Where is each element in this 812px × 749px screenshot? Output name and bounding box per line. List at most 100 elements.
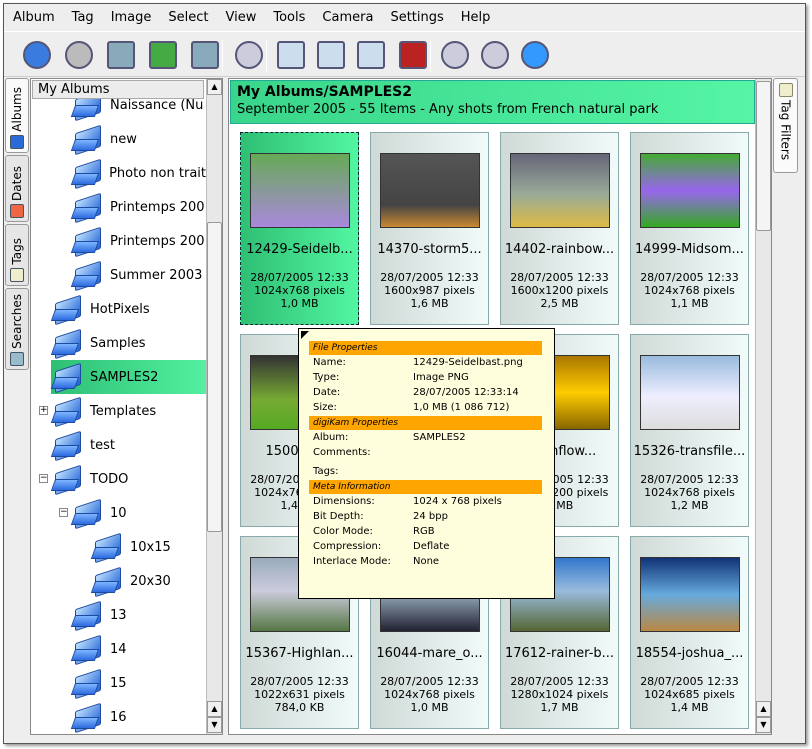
pencil-button[interactable] — [394, 36, 432, 74]
menu-view[interactable]: View — [217, 8, 265, 30]
tags-icon — [10, 268, 24, 282]
album-label: 15 — [110, 675, 127, 691]
back-button[interactable] — [18, 36, 56, 74]
thumbnail-item[interactable]: 14370-storm5... 28/07/2005 12:33 1600x987 … — [370, 132, 489, 325]
tooltip-key: Size: — [313, 402, 337, 413]
album-test[interactable]: test — [51, 428, 206, 462]
tab-albums[interactable]: Albums — [5, 78, 29, 153]
album-label: Printemps 200 — [110, 199, 205, 215]
thumbnail-date: 28/07/2005 12:33 — [510, 271, 609, 284]
edit-album-button[interactable] — [186, 36, 224, 74]
thumbnail-item[interactable]: 15326-transfile... 28/07/2005 12:33 1024x7… — [630, 334, 749, 527]
thumbnail-item[interactable]: 18554-joshua_... 28/07/2005 12:33 1024x685… — [630, 536, 749, 729]
menu-select[interactable]: Select — [159, 8, 216, 30]
thumbnail-image — [640, 355, 740, 430]
thumbnail-size: 1,4 MB — [670, 701, 709, 714]
menu-settings[interactable]: Settings — [381, 8, 451, 30]
tooltip-row: Compression: Deflate — [313, 540, 543, 554]
thumbnail-item[interactable]: 12429-Seidelb... 28/07/2005 12:33 1024x768… — [240, 132, 359, 325]
album-15[interactable]: 15 — [71, 666, 206, 700]
forward-button[interactable] — [60, 36, 98, 74]
album-tree-header[interactable]: My Albums — [32, 80, 204, 99]
folder-icon — [71, 125, 105, 153]
tab-label: Dates — [10, 166, 24, 201]
fullscreen-icon — [521, 41, 549, 69]
tab-tag-filters[interactable]: Tag Filters — [773, 78, 798, 173]
thumbnail-info: 28/07/2005 12:33 1024x768 pixels 1,1 MB — [631, 271, 748, 310]
folder-icon — [71, 669, 105, 697]
album-14[interactable]: 14 — [71, 632, 206, 666]
album-10[interactable]: 10 — [71, 496, 206, 530]
icon-view-scrollbar[interactable]: ▲ ▼ — [755, 79, 771, 734]
scroll-down-button[interactable]: ▼ — [207, 717, 222, 733]
search-button[interactable] — [230, 36, 268, 74]
folder-icon — [51, 329, 85, 357]
tooltip-value: Image PNG — [413, 372, 469, 383]
album-20x30[interactable]: 20x30 — [91, 564, 206, 598]
edit-image-button[interactable] — [312, 36, 350, 74]
thumbnail-item[interactable]: 14999-Midsom... 28/07/2005 12:33 1024x768 … — [630, 132, 749, 325]
edit-album-icon — [191, 41, 219, 69]
album-photo-non-trait[interactable]: Photo non trait — [71, 156, 206, 190]
menu-tag[interactable]: Tag — [63, 8, 102, 30]
zoom-in-button[interactable] — [436, 36, 474, 74]
album-printemps-200[interactable]: Printemps 200 — [71, 224, 206, 258]
menu-image[interactable]: Image — [102, 8, 160, 30]
album-samples[interactable]: Samples — [51, 326, 206, 360]
album-label: 14 — [110, 641, 127, 657]
thumbnail-date: 28/07/2005 12:33 — [640, 473, 739, 486]
thumbnail-size: 1,7 MB — [540, 701, 579, 714]
album-13[interactable]: 13 — [71, 598, 206, 632]
album-16[interactable]: 16 — [71, 700, 206, 734]
new-album-button[interactable] — [102, 36, 140, 74]
tooltip-key: Comments: — [313, 447, 371, 458]
tooltip-row: Tags: — [313, 465, 543, 479]
album-templates[interactable]: Templates — [51, 394, 206, 428]
expand-toggle[interactable]: − — [39, 474, 48, 483]
album-printemps-200[interactable]: Printemps 200 — [71, 190, 206, 224]
album-10x15[interactable]: 10x15 — [91, 530, 206, 564]
thumbnail-date: 28/07/2005 12:33 — [510, 675, 609, 688]
thumbnail-item[interactable]: 14402-rainbow... 28/07/2005 12:33 1600x120… — [500, 132, 619, 325]
expand-toggle[interactable]: + — [39, 406, 48, 415]
tab-dates[interactable]: Dates — [5, 155, 29, 222]
folder-icon — [71, 635, 105, 663]
scroll-down-button[interactable]: ▼ — [756, 717, 771, 733]
album-new[interactable]: new — [71, 122, 206, 156]
tooltip-section-header: digiKam Properties — [309, 416, 542, 430]
thumbnail-size: 1,2 MB — [670, 499, 709, 512]
tooltip-key: Album: — [313, 432, 349, 443]
thumbnail-name: 18554-joshua_... — [635, 646, 744, 661]
scroll-up-button[interactable]: ▲ — [207, 79, 222, 95]
scroll-thumb[interactable] — [207, 222, 222, 532]
thumbnail-name: 14402-rainbow... — [504, 242, 615, 257]
album-tree-scrollbar[interactable]: ▲ ▲ ▼ — [206, 79, 222, 734]
expand-toggle[interactable]: − — [59, 508, 68, 517]
menu-album[interactable]: Album — [4, 8, 63, 30]
album-summer-2003[interactable]: Summer 2003 — [71, 258, 206, 292]
zoom-out-button[interactable] — [476, 36, 514, 74]
album-samples2[interactable]: SAMPLES2 — [51, 360, 206, 394]
album-hotpixels[interactable]: HotPixels — [51, 292, 206, 326]
thumbnail-size: 1,0 MB — [280, 297, 319, 310]
tab-searches[interactable]: Searches — [5, 288, 29, 370]
scroll-up-button[interactable]: ▲ — [207, 701, 222, 717]
view-image-button[interactable] — [272, 36, 310, 74]
thumbnail-info: 28/07/2005 12:33 1024x768 pixels 1,0 MB — [371, 675, 488, 714]
menu-help[interactable]: Help — [452, 8, 499, 30]
menu-tools[interactable]: Tools — [264, 8, 313, 30]
image-properties-button[interactable] — [352, 36, 390, 74]
thumbnail-size: 784,0 KB — [274, 701, 325, 714]
fullscreen-button[interactable] — [516, 36, 554, 74]
album-todo[interactable]: TODO — [51, 462, 206, 496]
import-button[interactable] — [144, 36, 182, 74]
tooltip-value: Deflate — [413, 541, 450, 552]
album-label: Summer 2003 — [110, 267, 203, 283]
tooltip-value: 1,0 MB (1 086 712) — [413, 402, 510, 413]
tab-label: Tag Filters — [778, 100, 793, 161]
tab-tags[interactable]: Tags — [5, 224, 29, 286]
scroll-up-button[interactable]: ▲ — [756, 701, 771, 717]
menu-camera[interactable]: Camera — [313, 8, 381, 30]
tooltip-section-header: Meta Information — [309, 480, 542, 494]
scroll-thumb[interactable] — [756, 81, 771, 231]
